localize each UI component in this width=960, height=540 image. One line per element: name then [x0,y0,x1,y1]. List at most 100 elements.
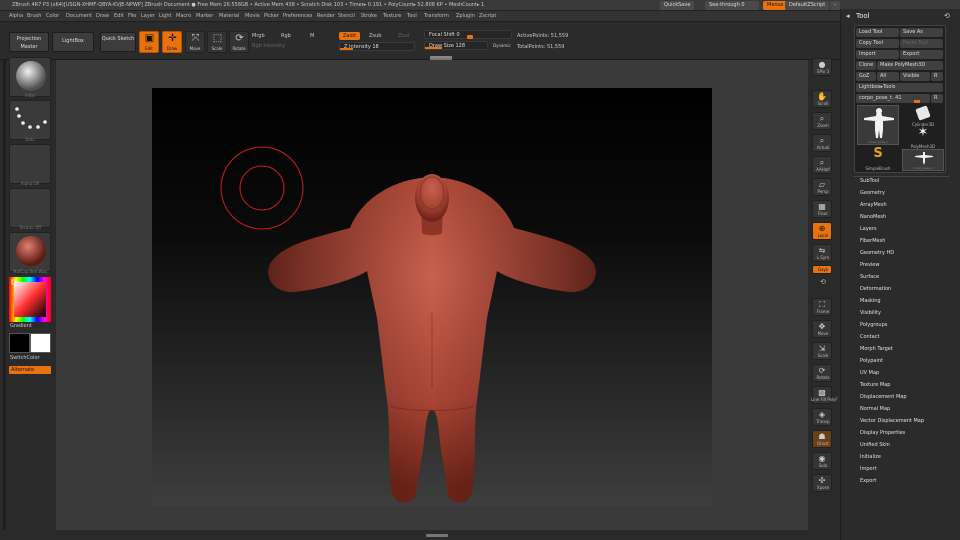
subpalette-layers[interactable]: Layers [860,226,877,232]
current-tool-slider[interactable]: corpo_pose_t. 41 [856,94,930,103]
subpalette-visibility[interactable]: Visibility [860,310,881,316]
switch-color-button[interactable]: SwitchColor [10,355,40,361]
polyf-button[interactable]: ▩ Line Fill PolyF [811,386,838,404]
rgb-toggle[interactable]: Rgb [281,33,291,39]
menu-alpha[interactable]: Alpha [9,13,23,19]
color-picker[interactable] [9,277,51,322]
subpalette-export[interactable]: Export [860,478,876,484]
default-zscript-button[interactable]: DefaultZScript [785,1,830,10]
menu-stroke[interactable]: Stroke [361,13,377,19]
subpalette-arraymesh[interactable]: ArrayMesh [860,202,887,208]
subpalette-morph-target[interactable]: Morph Target [860,346,893,352]
subpalette-geometry[interactable]: Geometry [860,190,885,196]
canvas-top-scroll-handle[interactable] [430,58,452,60]
left-tray-divider[interactable] [3,60,6,530]
subpalette-import[interactable]: Import [860,466,877,472]
zsub-toggle[interactable]: Zsub [369,33,381,39]
tool-thumb-corpo-pose[interactable]: corpo_pose_t [857,105,899,145]
zoom-button[interactable]: ⌕ Zoom [812,112,832,130]
lightbox-button[interactable]: LightBox [52,32,94,52]
subpalette-texture-map[interactable]: Texture Map [860,382,890,388]
goz-visible-button[interactable]: Visible [900,72,930,81]
export-tool-button[interactable]: Export [900,50,943,59]
subpalette-geometry-hd[interactable]: Geometry HD [860,250,894,256]
dynamic-toggle[interactable]: Dynamic [493,43,511,48]
local-button[interactable]: ⊕ Local [812,222,832,240]
rotate-view-button[interactable]: ⟳ Rotate [812,364,832,382]
menu-zscript[interactable]: Zscript [479,13,496,19]
quick-sketch-button[interactable]: Quick Sketch [100,32,136,52]
menu-color[interactable]: Color [46,13,59,19]
menu-marker[interactable]: Marker [196,13,213,19]
xpose-button[interactable]: ✣ Xpose [812,474,832,492]
solo-button[interactable]: ◉ Solo [812,452,832,470]
bottom-tray-handle[interactable] [426,534,448,537]
subpalette-unified-skin[interactable]: Unified Skin [860,442,890,448]
palette-collapse-icon[interactable]: ◂ [846,12,850,20]
actual-button[interactable]: ⌕ Actual [812,134,832,152]
focal-shift-slider[interactable]: Focal Shift 0 [424,30,512,39]
alpha-selector[interactable] [9,144,51,184]
menu-transform[interactable]: Transform [424,13,449,19]
spix-button[interactable]: ● SPix 3 [812,58,832,76]
zadd-toggle[interactable]: Zadd [339,32,360,40]
subpalette-polygroups[interactable]: Polygroups [860,322,887,328]
projection-master-button[interactable]: Projection Master [9,32,49,52]
menu-macro[interactable]: Macro [176,13,191,19]
frame-button[interactable]: ⛶ Frame [812,298,832,316]
menu-tool[interactable]: Tool [407,13,417,19]
texture-selector[interactable] [9,188,51,228]
minimize-icon[interactable]: – [830,1,840,10]
subpalette-vector-displacement-map[interactable]: Vector Displacement Map [860,418,924,424]
subpalette-fibermesh[interactable]: FiberMesh [860,238,885,244]
stroke-selector[interactable] [9,100,51,140]
goz-button[interactable]: GoZ [856,72,876,81]
rgb-intensity-slider[interactable]: Rgb Intensity [252,43,285,49]
subpalette-nanomesh[interactable]: NanoMesh [860,214,886,220]
z-intensity-slider[interactable]: Z Intensity 18 [339,42,415,51]
lsym-button[interactable]: ⇋ L.Sym [812,244,832,262]
tool-thumb-simplebrush[interactable]: S SimpleBrush [857,147,899,172]
menu-brush[interactable]: Brush [27,13,41,19]
menu-render[interactable]: Render [317,13,335,19]
subpalette-display-properties[interactable]: Display Properties [860,430,905,436]
clone-button[interactable]: Clone [856,61,876,70]
menu-document[interactable]: Document [66,13,92,19]
make-polymesh3d-button[interactable]: Make PolyMesh3D [877,61,943,70]
gxyz-button[interactable]: Gxyz [812,265,832,274]
floor-button[interactable]: ▦ Floor [812,200,832,218]
tool-thumb-cylinder3d[interactable]: Cylinder3D [903,105,943,127]
mrgb-toggle[interactable]: Mrgb [252,33,265,39]
rotate-button[interactable]: ⟳ Rotate [229,31,249,53]
subpalette-initialize[interactable]: Initialize [860,454,881,460]
subpalette-subtool[interactable]: SubTool [860,178,879,184]
brush-selector[interactable] [9,57,51,97]
gradient-toggle[interactable]: Gradient [10,323,32,329]
paste-tool-button[interactable]: Paste Tool [900,39,943,48]
menu-light[interactable]: Light [159,13,171,19]
menu-file[interactable]: File [128,13,136,19]
tool-thumb-polymesh3d[interactable]: ✶ PolyMesh3D [903,126,943,150]
save-as-button[interactable]: Save As [900,28,943,37]
subpalette-displacement-map[interactable]: Displacement Map [860,394,907,400]
see-through-slider[interactable]: See-through 0 [705,1,759,10]
m-toggle[interactable]: M [310,33,314,39]
subpalette-deformation[interactable]: Deformation [860,286,891,292]
aahalf-button[interactable]: ⌕ AAHalf [812,156,832,174]
menu-draw[interactable]: Draw [96,13,109,19]
menu-layer[interactable]: Layer [141,13,155,19]
subpalette-contact[interactable]: Contact [860,334,879,340]
import-tool-button[interactable]: Import [856,50,899,59]
menu-stencil[interactable]: Stencil [338,13,355,19]
draw-button[interactable]: ✛ Draw [162,31,182,53]
ghost-button[interactable]: ☗ Ghost [812,430,832,448]
move-button[interactable]: ⤧ Move [185,31,205,53]
move-view-button[interactable]: ✥ Move [812,320,832,338]
scale-view-button[interactable]: ⇲ Scale [812,342,832,360]
secondary-color-swatch[interactable] [30,333,51,353]
subpalette-surface[interactable]: Surface [860,274,879,280]
subpalette-normal-map[interactable]: Normal Map [860,406,890,412]
alternate-toggle[interactable]: Alternate [9,366,51,374]
subpalette-uv-map[interactable]: UV Map [860,370,879,376]
menu-preferences[interactable]: Preferences [283,13,312,19]
